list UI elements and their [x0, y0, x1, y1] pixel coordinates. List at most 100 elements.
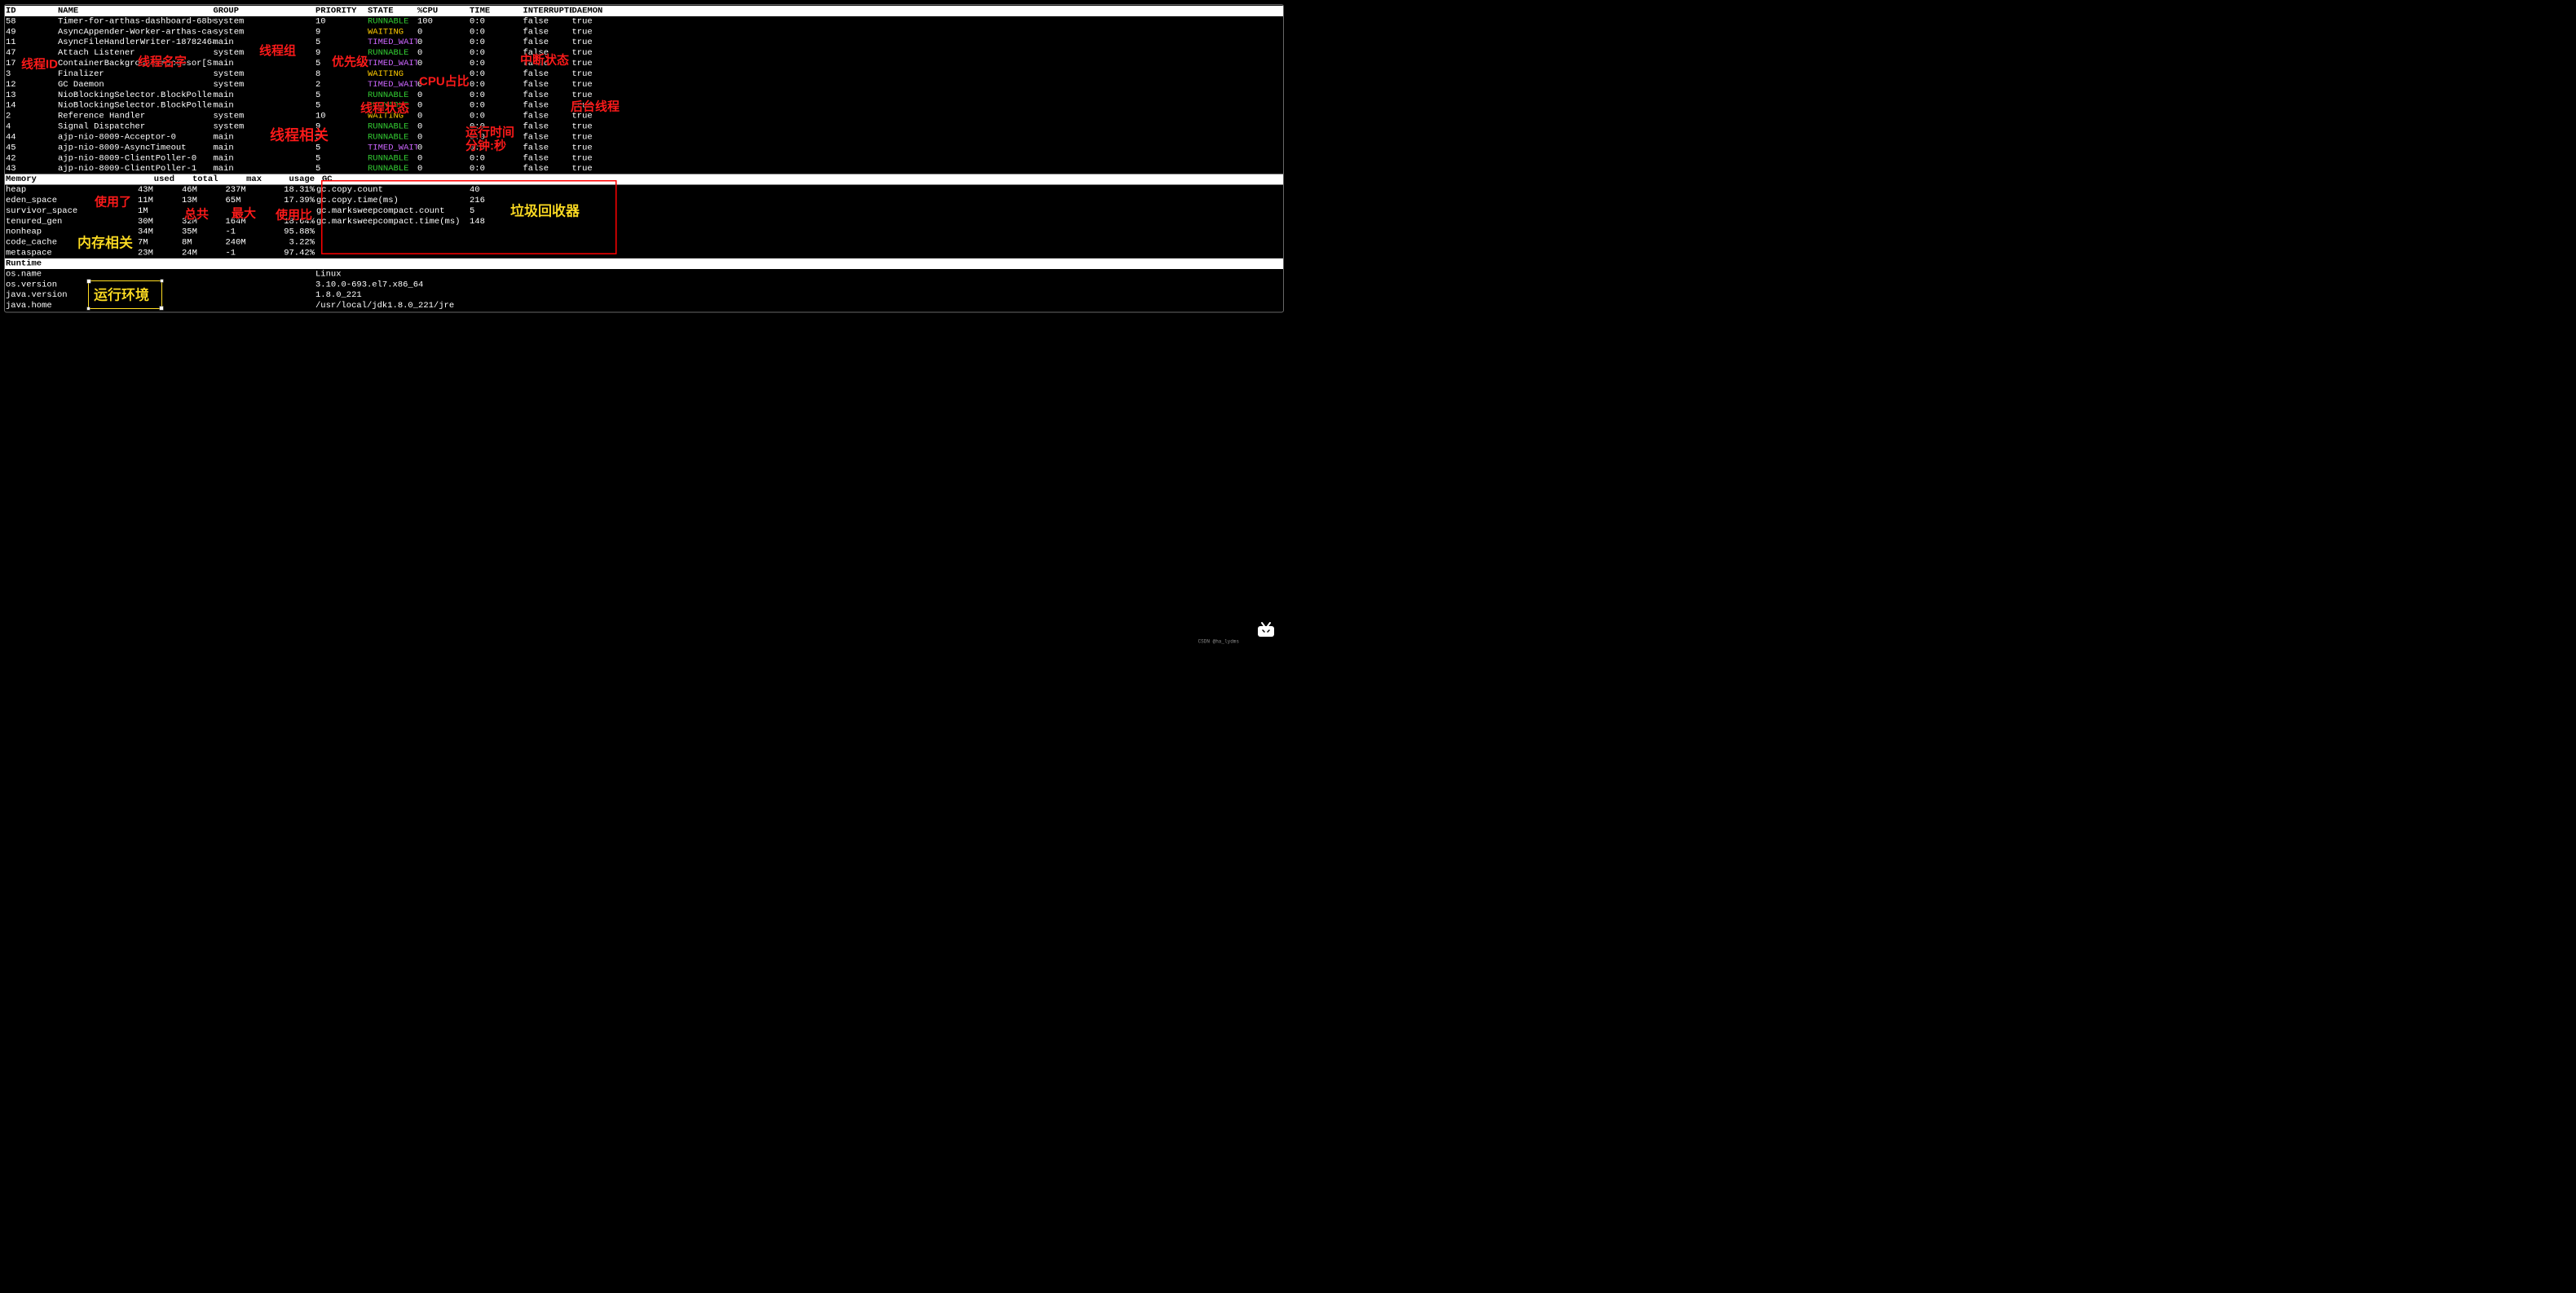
cell-state: RUNNABLE: [368, 132, 417, 143]
mem-usage: 95.88%: [278, 227, 315, 237]
th-int: INTERRUPTE: [523, 6, 572, 16]
cell-cpu: 0: [417, 121, 470, 132]
cell-priority: 5: [315, 143, 368, 153]
th-name: NAME: [58, 6, 214, 16]
gc-value: 40: [470, 185, 510, 196]
cell-name: Signal Dispatcher: [58, 121, 214, 132]
cell-id: 43: [5, 164, 58, 174]
cell-time: 0:0: [470, 143, 523, 153]
mem-total: 8M: [182, 237, 226, 248]
th-priority: PRIORITY: [315, 6, 368, 16]
thread-row: 58Timer-for-arthas-dashboard-68b09b3syst…: [5, 16, 1283, 27]
cell-group: system: [214, 121, 316, 132]
memory-row: eden_space11M13M65M17.39%: [5, 195, 315, 205]
cell-int: false: [523, 164, 572, 174]
cell-state: WAITING: [368, 68, 417, 79]
thread-row: 44ajp-nio-8009-Acceptor-0main5RUNNABLE00…: [5, 132, 1283, 143]
cell-state: RUNNABLE: [368, 100, 417, 111]
cell-name: Reference Handler: [58, 111, 214, 121]
cell-time: 0:0: [470, 48, 523, 59]
gc-header: GC: [322, 174, 333, 185]
cell-id: 2: [5, 111, 58, 121]
cell-time: 0:0: [470, 68, 523, 79]
thread-row: 13NioBlockingSelector.BlockPoller-1main5…: [5, 90, 1283, 100]
th-id: ID: [5, 6, 58, 16]
mem-col-used: used: [138, 174, 182, 185]
gc-row: gc.copy.count40: [315, 185, 1283, 196]
cell-id: 14: [5, 100, 58, 111]
cell-daemon: true: [572, 143, 621, 153]
cell-priority: 9: [315, 121, 368, 132]
memory-rows: heap43M46M237M18.31%eden_space11M13M65M1…: [5, 185, 315, 258]
mem-total: 32M: [182, 216, 226, 227]
cell-state: TIMED_WAIT: [368, 59, 417, 69]
rt-value: 3.10.0-693.el7.x86_64: [315, 280, 1283, 290]
memory-header: Memory: [5, 174, 138, 185]
bilibili-icon[interactable]: [1256, 622, 1276, 638]
mem-usage: 17.39%: [278, 195, 315, 205]
cell-int: false: [523, 121, 572, 132]
mem-col-usage: usage: [278, 174, 315, 185]
cell-cpu: 0: [417, 27, 470, 38]
mem-col-total: total: [182, 174, 226, 185]
cell-time: 0:0: [470, 27, 523, 38]
cell-time: 0:0: [470, 79, 523, 90]
cell-state: RUNNABLE: [368, 16, 417, 27]
cell-priority: 9: [315, 48, 368, 59]
cell-daemon: true: [572, 48, 621, 59]
rt-name: os.name: [5, 269, 315, 280]
memory-row: heap43M46M237M18.31%: [5, 185, 315, 196]
cell-daemon: true: [572, 68, 621, 79]
mem-usage: 18.64%: [278, 216, 315, 227]
cell-group: main: [214, 143, 316, 153]
mem-used: 1M: [138, 205, 182, 216]
gc-rows: gc.copy.count40gc.copy.time(ms)216gc.mar…: [315, 185, 1283, 258]
cell-state: RUNNABLE: [368, 121, 417, 132]
cell-state: TIMED_WAIT: [368, 79, 417, 90]
gc-name: gc.copy.time(ms): [315, 195, 470, 205]
mem-total: [182, 205, 226, 216]
th-cpu: %CPU: [417, 6, 470, 16]
memory-gc-panel: heap43M46M237M18.31%eden_space11M13M65M1…: [5, 185, 1283, 258]
rt-value: /usr/local/jdk1.8.0_221/jre: [315, 301, 1283, 311]
mem-used: 34M: [138, 227, 182, 237]
cell-int: false: [523, 48, 572, 59]
mem-total: 35M: [182, 227, 226, 237]
mem-total: 46M: [182, 185, 226, 196]
cell-name: GC Daemon: [58, 79, 214, 90]
cell-int: false: [523, 16, 572, 27]
cell-cpu: 0: [417, 100, 470, 111]
cell-daemon: true: [572, 16, 621, 27]
cell-priority: 2: [315, 79, 368, 90]
runtime-rows: os.nameLinuxos.version3.10.0-693.el7.x86…: [5, 269, 1283, 311]
th-state: STATE: [368, 6, 417, 16]
mem-used: 11M: [138, 195, 182, 205]
cell-daemon: true: [572, 38, 621, 48]
cell-daemon: true: [572, 59, 621, 69]
cell-id: 4: [5, 121, 58, 132]
cell-int: false: [523, 111, 572, 121]
cell-name: Attach Listener: [58, 48, 214, 59]
gc-name: gc.marksweepcompact.time(ms): [315, 216, 470, 227]
cell-priority: 8: [315, 68, 368, 79]
gc-value: 5: [470, 205, 510, 216]
th-daemon: DAEMON: [572, 6, 621, 16]
cell-daemon: true: [572, 90, 621, 100]
memory-row: tenured_gen30M32M164M18.64%: [5, 216, 315, 227]
cell-time: 0:0: [470, 111, 523, 121]
cell-priority: 10: [315, 16, 368, 27]
cell-state: WAITING: [368, 111, 417, 121]
cell-cpu: 0: [417, 111, 470, 121]
cell-priority: 9: [315, 27, 368, 38]
cell-name: ajp-nio-8009-AsyncTimeout: [58, 143, 214, 153]
cell-id: 13: [5, 90, 58, 100]
mem-col-max: max: [226, 174, 279, 185]
cell-group: main: [214, 38, 316, 48]
cell-int: false: [523, 90, 572, 100]
memory-gc-header: Memory used total max usage GC: [5, 174, 1283, 185]
thread-row: 12GC Daemonsystem2TIMED_WAIT00:0falsetru…: [5, 79, 1283, 90]
memory-row: code_cache7M8M240M3.22%: [5, 237, 315, 248]
cell-name: ajp-nio-8009-Acceptor-0: [58, 132, 214, 143]
gc-row: gc.marksweepcompact.time(ms)148: [315, 216, 1283, 227]
mem-name: nonheap: [5, 227, 138, 237]
